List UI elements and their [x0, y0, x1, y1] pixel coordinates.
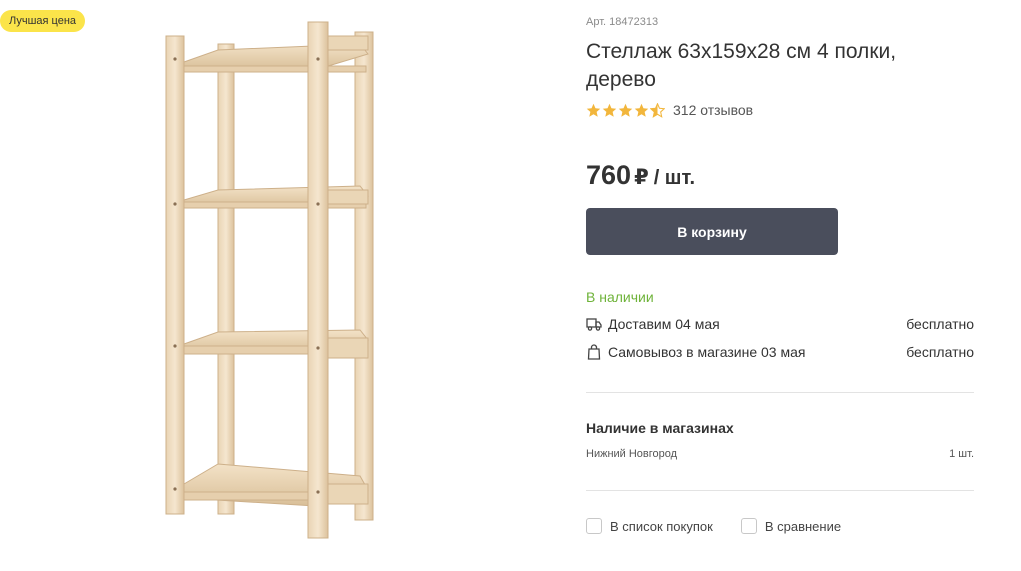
- pickup-label: Самовывоз в магазине 03 мая: [608, 344, 806, 360]
- store-qty: 1 шт.: [949, 448, 974, 460]
- rating[interactable]: 312 отзывов: [586, 102, 753, 118]
- wooden-shelf-illustration: [165, 21, 374, 539]
- price-currency: ₽: [634, 166, 649, 189]
- pickup-row: Самовывоз в магазине 03 мая бесплатно: [586, 344, 974, 360]
- checkbox-box[interactable]: [586, 518, 602, 534]
- product-title: Стеллаж 63x159x28 см 4 полки, дерево: [586, 40, 897, 91]
- star-icon: [634, 103, 649, 117]
- shopping-bag-icon: [587, 344, 601, 360]
- star-icon: [586, 103, 601, 117]
- store-city: Нижний Новгород: [586, 448, 678, 460]
- store-row[interactable]: Нижний Новгород 1 шт.: [586, 448, 974, 460]
- delivery-cost: бесплатно: [906, 316, 974, 332]
- compare-label: В сравнение: [764, 518, 842, 534]
- best-price-badge: Лучшая цена: [0, 10, 86, 32]
- star-icon: [618, 103, 633, 117]
- delivery-row: Доставим 04 мая бесплатно: [586, 316, 974, 332]
- action-checkboxes: В список покупок В сравнение: [586, 518, 841, 534]
- shopping-list-checkbox[interactable]: В список покупок: [586, 518, 713, 534]
- product-image[interactable]: [150, 14, 390, 544]
- price-unit: / шт.: [653, 167, 696, 189]
- truck-icon: [586, 318, 602, 331]
- divider: [586, 392, 974, 393]
- reviews-count[interactable]: 312 отзывов: [673, 102, 753, 118]
- rating-stars: [586, 102, 665, 118]
- shopping-list-label: В список покупок: [610, 518, 713, 534]
- add-to-cart-button[interactable]: В корзину: [586, 208, 838, 255]
- price-value: 760: [586, 160, 632, 190]
- divider: [586, 490, 974, 491]
- price: 760 ₽ / шт.: [586, 160, 695, 191]
- star-icon: [602, 103, 617, 117]
- checkbox-box[interactable]: [740, 518, 757, 534]
- article-number: Арт. 18472313: [586, 16, 659, 28]
- compare-checkbox[interactable]: В сравнение: [740, 518, 842, 534]
- stores-title: Наличие в магазинах: [586, 420, 734, 436]
- stock-status: В наличии: [586, 289, 654, 305]
- pickup-cost: бесплатно: [906, 344, 974, 360]
- star-half-icon: [650, 102, 665, 118]
- delivery-label: Доставим 04 мая: [608, 316, 720, 332]
